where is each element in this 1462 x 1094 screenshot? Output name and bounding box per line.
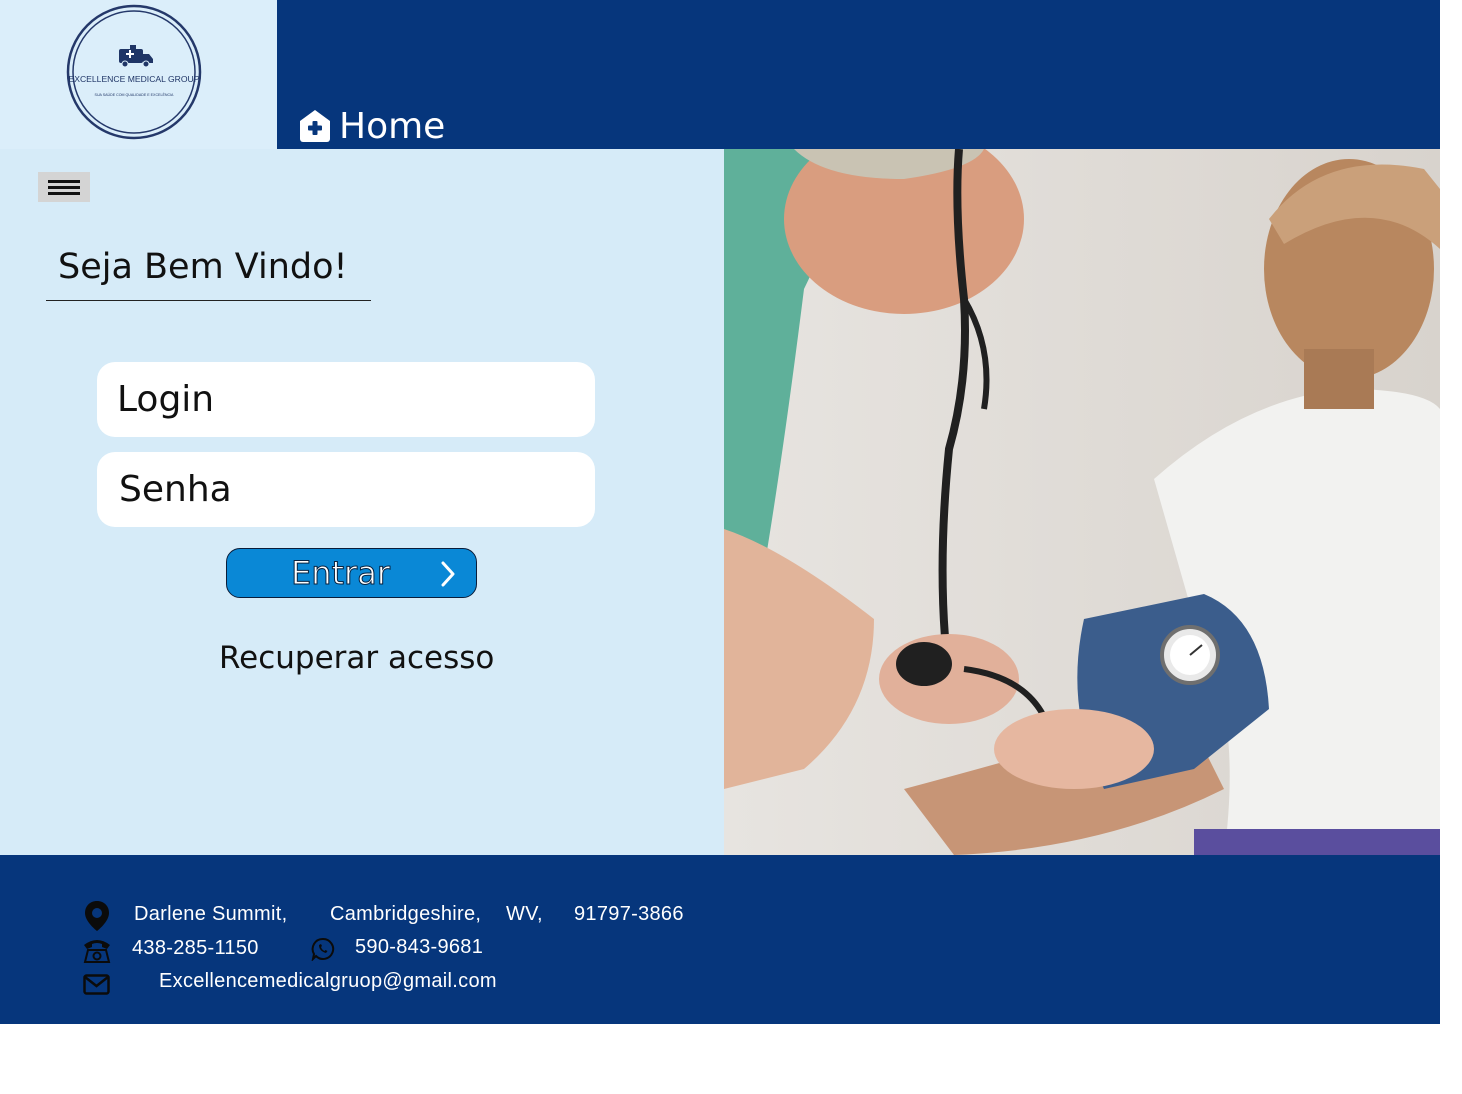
- footer-address-street: Darlene Summit,: [134, 903, 288, 925]
- hamburger-menu-icon: [48, 180, 80, 183]
- email-envelope-icon: [83, 974, 110, 995]
- footer-email[interactable]: Excellencemedicalgruop@gmail.com: [159, 970, 497, 993]
- footer-whatsapp[interactable]: 590-843-9681: [355, 936, 483, 959]
- welcome-underline: [46, 300, 371, 301]
- home-nav-label: Home: [339, 105, 446, 147]
- hero-photo: [724, 149, 1440, 855]
- hamburger-menu-button[interactable]: [38, 172, 90, 202]
- house-medical-icon: [300, 110, 330, 142]
- logo-panel: EXCELLENCE MEDICAL GROUP SUA SAÚDE COM Q…: [0, 0, 277, 149]
- footer-address-city: Cambridgeshire,: [330, 903, 482, 925]
- recover-access-link[interactable]: Recuperar acesso: [219, 640, 494, 676]
- ambulance-icon: [119, 45, 153, 68]
- top-navigation-bar: Home: [277, 0, 1440, 149]
- entrar-button[interactable]: Entrar: [226, 548, 477, 598]
- logo-tagline: SUA SAÚDE COM QUALIDADE E EXCELÊNCIA: [95, 92, 174, 97]
- entrar-button-label: Entrar: [291, 554, 391, 593]
- logo-badge: EXCELLENCE MEDICAL GROUP SUA SAÚDE COM Q…: [66, 4, 202, 140]
- whatsapp-icon: [311, 937, 335, 961]
- hamburger-line: [48, 192, 80, 195]
- hamburger-line: [48, 186, 80, 189]
- telephone-icon: [83, 940, 111, 963]
- footer-address-state: WV,: [506, 903, 543, 925]
- welcome-heading: Seja Bem Vindo!: [58, 247, 348, 287]
- chevron-right-icon: [441, 561, 455, 587]
- doctor-blood-pressure-illustration: [724, 149, 1440, 855]
- login-input[interactable]: [97, 362, 595, 437]
- password-input[interactable]: [97, 452, 595, 527]
- logo-title: EXCELLENCE MEDICAL GROUP: [68, 74, 199, 84]
- login-panel: Seja Bem Vindo! Entrar Recuperar acesso: [0, 149, 724, 855]
- home-nav-link[interactable]: Home: [299, 104, 445, 148]
- location-pin-icon: [85, 901, 109, 931]
- footer-address-zip: 91797-3866: [574, 903, 684, 925]
- footer-phone[interactable]: 438-285-1150: [132, 937, 259, 960]
- footer: Darlene Summit, Cambridgeshire, WV, 9179…: [0, 855, 1440, 1024]
